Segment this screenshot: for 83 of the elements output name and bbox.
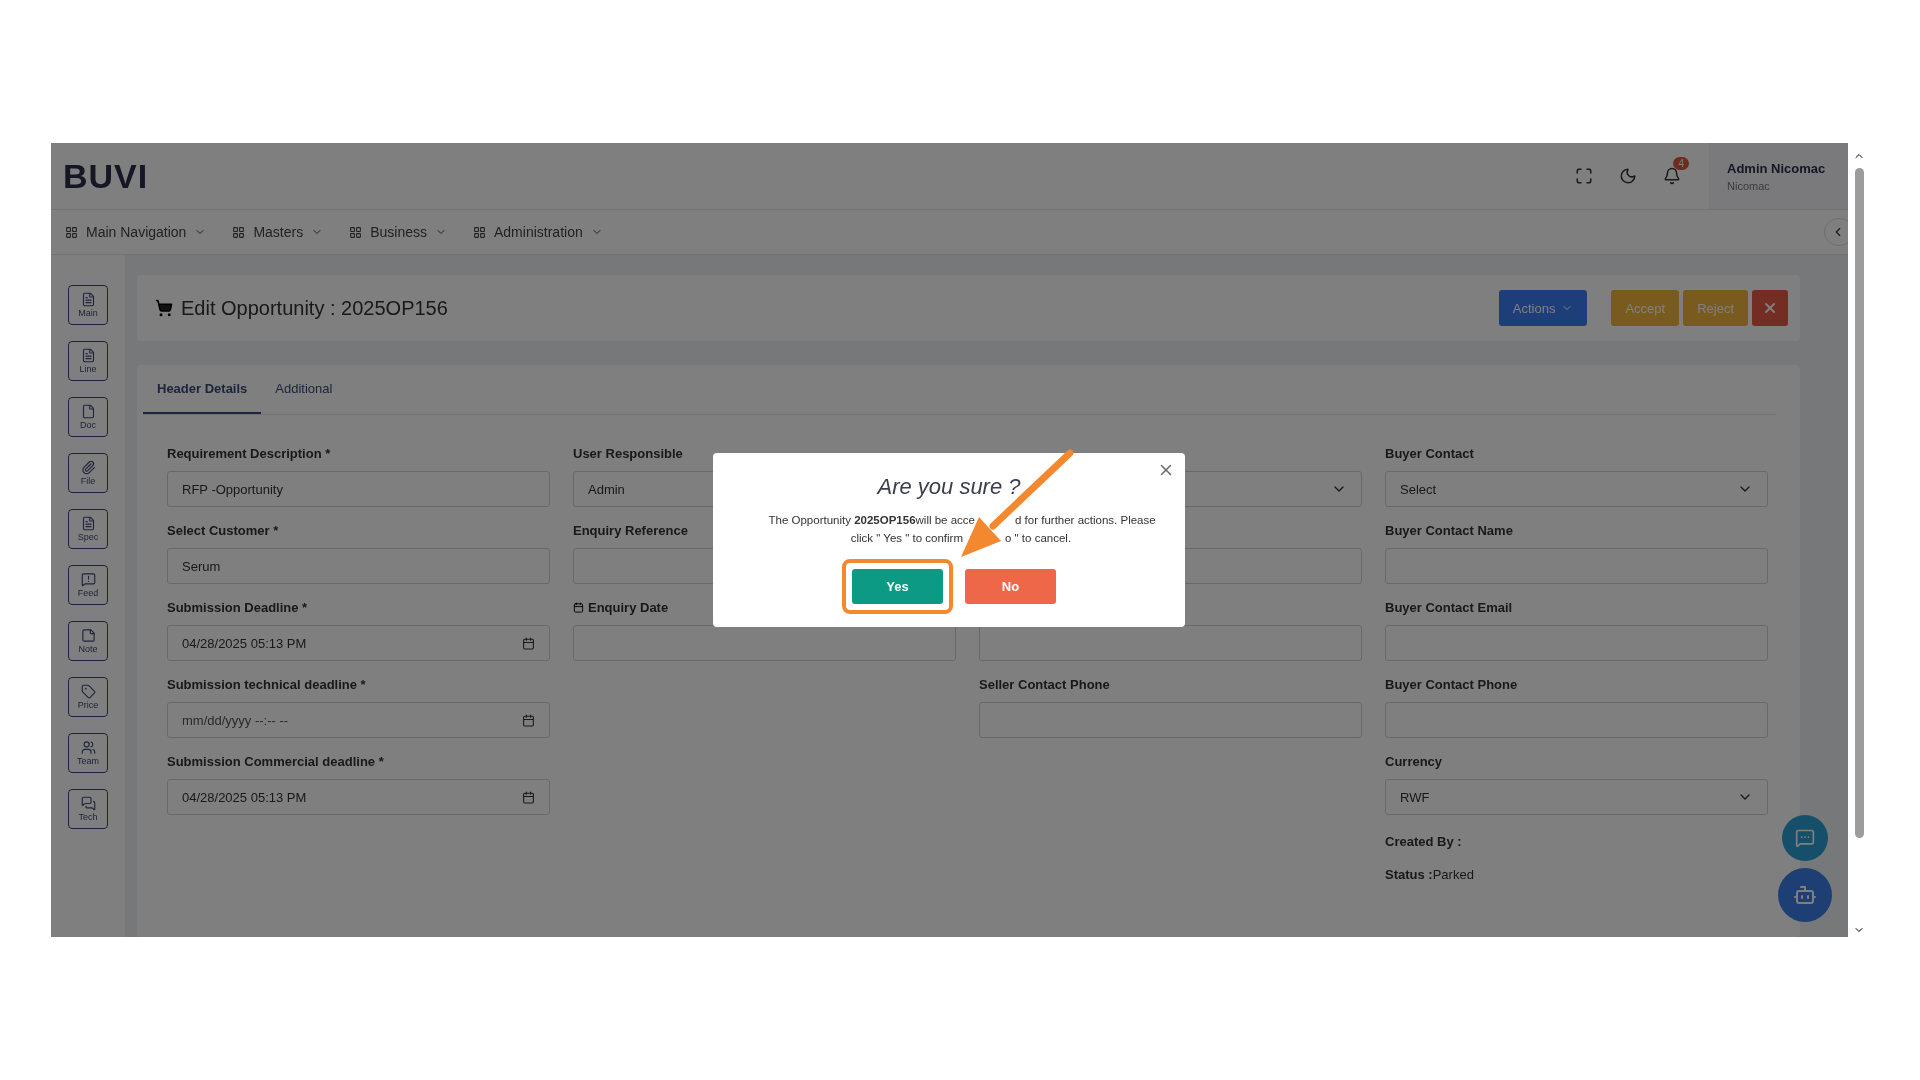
select-field[interactable]: Select bbox=[1385, 471, 1768, 507]
dialog-title: Are you sure ? bbox=[877, 473, 1021, 501]
cart-icon bbox=[155, 299, 173, 317]
field-label: Seller Contact Phone bbox=[979, 676, 1110, 692]
yes-button[interactable]: Yes bbox=[852, 569, 943, 604]
side-tab[interactable]: Spec bbox=[68, 509, 108, 549]
input-field[interactable]: RFP -Opportunity bbox=[167, 471, 550, 507]
input-field[interactable] bbox=[979, 625, 1362, 661]
info-text: Status :Parked bbox=[1385, 867, 1474, 882]
dialog-message: click " Yes " to confirm bbox=[850, 532, 963, 544]
grid-icon bbox=[349, 225, 363, 239]
field-label: Submission technical deadline * bbox=[167, 676, 366, 692]
fullscreen-icon[interactable] bbox=[1575, 167, 1593, 185]
chat-icon bbox=[80, 796, 96, 811]
user-menu[interactable]: Admin Nicomac Nicomac bbox=[1709, 143, 1848, 209]
field-label: Submission Deadline * bbox=[167, 599, 308, 615]
field-label: Enquiry Reference bbox=[573, 522, 688, 538]
file-icon bbox=[80, 404, 96, 419]
note-icon bbox=[80, 628, 96, 643]
document-icon bbox=[80, 292, 96, 307]
tag-icon bbox=[80, 684, 96, 699]
field-label: Buyer Contact Phone bbox=[1385, 676, 1518, 692]
side-tab[interactable]: Note bbox=[68, 621, 108, 661]
dialog-message: o " to cancel. bbox=[1005, 532, 1072, 544]
calendar-icon[interactable] bbox=[522, 713, 535, 727]
field-label: Buyer Contact bbox=[1385, 445, 1474, 461]
field-label: Currency bbox=[1385, 753, 1443, 769]
grid-icon bbox=[65, 225, 78, 239]
side-tab[interactable]: Line bbox=[68, 341, 108, 381]
alert-message-icon bbox=[80, 572, 96, 587]
field-label: User Responsible bbox=[573, 445, 683, 461]
side-tab[interactable]: Team bbox=[68, 733, 108, 773]
robot-icon bbox=[1793, 883, 1817, 907]
notification-icon[interactable] bbox=[1663, 167, 1681, 185]
field-label: Enquiry Date bbox=[588, 599, 669, 615]
document-icon bbox=[80, 348, 96, 363]
grid-icon bbox=[232, 225, 246, 239]
info-text: Created By : bbox=[1385, 834, 1462, 849]
close-icon bbox=[1762, 300, 1778, 316]
side-tab[interactable]: Main bbox=[68, 285, 108, 325]
date-field[interactable]: 04/28/2025 05:13 PM bbox=[167, 779, 550, 815]
no-button[interactable]: No bbox=[965, 569, 1056, 604]
tab[interactable]: Additional bbox=[261, 365, 347, 414]
input-field[interactable]: Serum bbox=[167, 548, 550, 584]
input-field[interactable] bbox=[1385, 702, 1768, 738]
grid-icon bbox=[473, 225, 486, 239]
chat-icon bbox=[1795, 828, 1815, 848]
select-field[interactable]: RWF bbox=[1385, 779, 1768, 815]
input-field[interactable] bbox=[979, 702, 1362, 738]
input-field[interactable] bbox=[1385, 548, 1768, 584]
date-field[interactable]: 04/28/2025 05:13 PM bbox=[167, 625, 550, 661]
moon-icon[interactable] bbox=[1619, 167, 1637, 185]
calendar-icon[interactable] bbox=[522, 790, 535, 804]
document-icon bbox=[80, 516, 96, 531]
input-field[interactable] bbox=[1385, 625, 1768, 661]
actions-button[interactable]: Actions bbox=[1498, 290, 1588, 326]
notification-badge: 4 bbox=[1673, 157, 1689, 170]
calendar-icon[interactable] bbox=[522, 636, 535, 650]
nav-menu-item[interactable]: Main Navigation bbox=[65, 224, 207, 240]
side-tab[interactable]: Tech bbox=[68, 789, 108, 829]
side-tab[interactable]: File bbox=[68, 453, 108, 493]
paperclip-icon bbox=[80, 460, 96, 475]
bot-button[interactable] bbox=[1778, 868, 1832, 922]
field-label: Buyer Contact Email bbox=[1385, 599, 1513, 615]
nav-menu-item[interactable]: Business bbox=[349, 224, 447, 240]
tab[interactable]: Header Details bbox=[143, 365, 262, 414]
side-tab[interactable]: Feed bbox=[68, 565, 108, 605]
side-tab[interactable]: Doc bbox=[68, 397, 108, 437]
page-title: Edit Opportunity : 2025OP156 bbox=[181, 296, 448, 320]
chat-button[interactable] bbox=[1782, 815, 1828, 861]
field-label: Submission Commercial deadline * bbox=[167, 753, 384, 769]
dialog-message: d for further actions. Please bbox=[1015, 514, 1156, 526]
nav-menu-item[interactable]: Administration bbox=[473, 224, 603, 240]
side-tab[interactable]: Price bbox=[68, 677, 108, 717]
brand-logo[interactable]: BUVI bbox=[63, 156, 149, 196]
input-field[interactable] bbox=[573, 625, 956, 661]
field-label: Select Customer * bbox=[167, 522, 279, 538]
field-label: Buyer Contact Name bbox=[1385, 522, 1513, 538]
date-field[interactable]: mm/dd/yyyy --:-- -- bbox=[167, 702, 550, 738]
nav-menu-item[interactable]: Masters bbox=[232, 224, 324, 240]
people-icon bbox=[80, 740, 96, 755]
field-label: Requirement Description * bbox=[167, 445, 331, 461]
dialog-message: The Opportunity 2025OP156will be acce bbox=[768, 514, 975, 526]
